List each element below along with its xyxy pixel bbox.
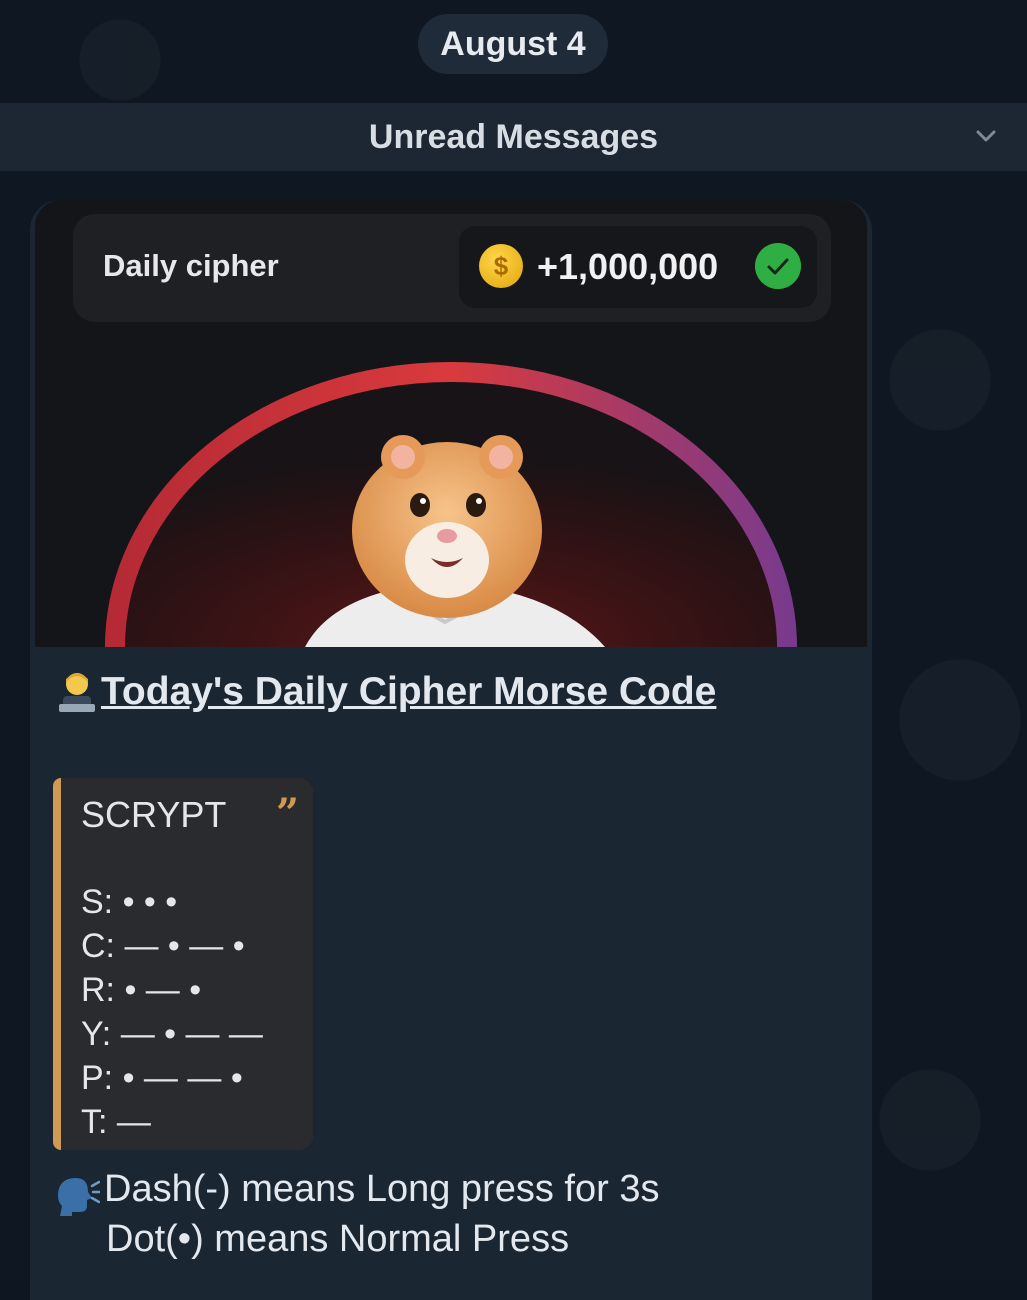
coin-icon: $ [479, 244, 523, 288]
hamster-illustration [105, 362, 797, 647]
message-image[interactable]: Daily cipher $ +1,000,000 [35, 200, 867, 647]
cipher-word: SCRYPT [81, 794, 227, 835]
quote-block: SCRYPT ” S: • • • C: — • — • R: • — • Y: — … [53, 778, 313, 1150]
message-bubble: Daily cipher $ +1,000,000 Today's Daily … [30, 200, 872, 1300]
unread-messages-bar[interactable]: Unread Messages [0, 103, 1027, 171]
date-separator: August 4 [418, 14, 608, 74]
morse-list: S: • • • C: — • — • R: • — • Y: — • — — P: •… [81, 880, 263, 1144]
morse-line: C: — • — • [81, 927, 245, 965]
morse-line: P: • — — • [81, 1059, 243, 1097]
reward-box: $ +1,000,000 [459, 226, 817, 308]
caption-title[interactable]: Today's Daily Cipher Morse Code [57, 670, 716, 714]
morse-line: T: — [81, 1103, 151, 1141]
technologist-emoji-icon [59, 673, 95, 712]
morse-line: Y: — • — — [81, 1015, 263, 1053]
note-dash: Dash(-) means Long press for 3s [104, 1168, 660, 1210]
date-label: August 4 [440, 24, 586, 63]
speaking-head-emoji-icon [58, 1178, 100, 1216]
caption-link[interactable]: Today's Daily Cipher Morse Code [101, 670, 716, 714]
morse-line: S: • • • [81, 883, 178, 921]
reward-amount: +1,000,000 [537, 246, 719, 287]
check-circle-icon [755, 243, 801, 289]
note-dot: Dot(•) means Normal Press [106, 1218, 570, 1260]
chevron-down-icon[interactable] [975, 125, 997, 147]
quote-icon: ” [275, 790, 299, 837]
coin-symbol: $ [493, 250, 509, 281]
unread-label: Unread Messages [368, 117, 659, 156]
daily-cipher-title: Daily cipher [103, 248, 279, 283]
morse-line: R: • — • [81, 971, 202, 1009]
daily-cipher-card: Daily cipher $ +1,000,000 [73, 214, 831, 322]
